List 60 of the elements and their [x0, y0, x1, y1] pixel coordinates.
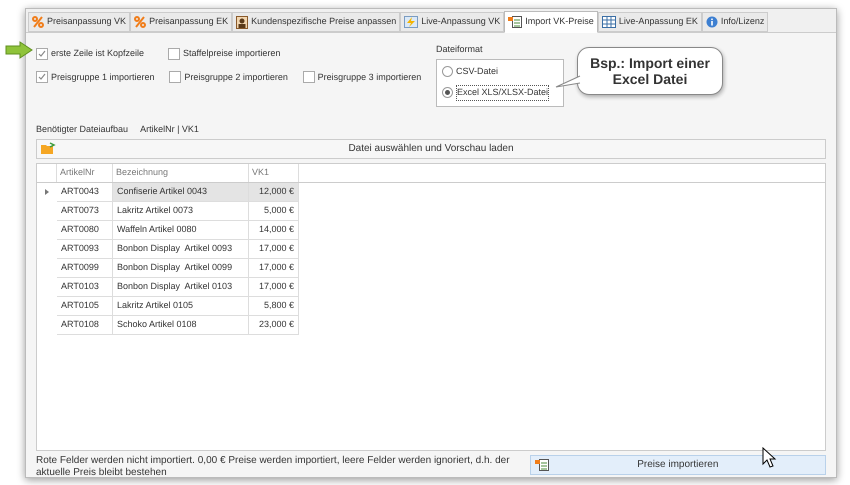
import-icon	[508, 16, 522, 28]
table-cell: Confiserie Artikel 0043	[113, 182, 249, 202]
table-cell: 23,000 €	[249, 316, 299, 334]
table-cell: ART0099	[57, 258, 113, 278]
percent-icon	[32, 16, 44, 28]
import-prices-button[interactable]: Preise importieren	[530, 454, 826, 474]
table-cell: 12,000 €	[249, 182, 299, 202]
table-cell: Schoko Artikel 0108	[113, 316, 249, 334]
table-cell: Bonbon Display Artikel 0103	[113, 278, 249, 296]
structure-value: ArtikelNr | VK1	[140, 123, 199, 136]
load-preview-button[interactable]: Datei auswählen und Vorschau laden	[36, 138, 826, 158]
table-cell: ART0103	[57, 278, 113, 296]
radio-button[interactable]: CSV-Datei	[442, 64, 558, 78]
checkmark-icon	[38, 50, 46, 58]
arrow-icon	[5, 41, 33, 59]
table-cell: ART0105	[57, 296, 113, 316]
column-header[interactable]: ArtikelNr	[57, 164, 113, 182]
table-cell: 17,000 €	[249, 278, 299, 296]
table-cell: 17,000 €	[249, 258, 299, 278]
column-header[interactable]: Bezeichnung	[113, 164, 249, 182]
table-cell: 14,000 €	[249, 220, 299, 240]
person-icon	[236, 16, 248, 28]
callout-bubble: Bsp.: Import einer Excel Datei	[577, 47, 723, 95]
tab[interactable]: Kundenspezifische Preise anpassen	[232, 12, 400, 32]
checkbox[interactable]: Staffelpreise importieren	[168, 47, 318, 60]
lightning-icon	[404, 16, 418, 28]
import-icon	[534, 458, 549, 470]
table-cell: 5,000 €	[249, 202, 299, 220]
table-cell: 17,000 €	[249, 240, 299, 258]
info-icon	[706, 16, 718, 28]
tab[interactable]: Preisanpassung EK	[130, 12, 232, 32]
tab[interactable]: Live-Anpassung VK	[400, 12, 504, 32]
table-cell: Lakritz Artikel 0073	[113, 202, 249, 220]
table-cell: ART0080	[57, 220, 113, 240]
checkbox[interactable]: Preisgruppe 1 importieren	[36, 70, 170, 84]
table-cell: Lakritz Artikel 0105	[113, 296, 249, 316]
table-cell: ART0093	[57, 240, 113, 258]
table-cell: Waffeln Artikel 0080	[113, 220, 249, 240]
tab[interactable]: Info/Lizenz	[702, 12, 768, 32]
row-indicator-icon	[45, 189, 49, 195]
checkmark-icon	[38, 73, 46, 82]
column-header[interactable]: VK1	[249, 164, 299, 182]
table-cell: Bonbon Display Artikel 0093	[113, 240, 249, 258]
table-cell: ART0073	[57, 202, 113, 220]
checkbox[interactable]: Preisgruppe 3 importieren	[302, 70, 436, 84]
tab[interactable]: Live-Anpassung EK	[598, 12, 702, 32]
checkbox[interactable]: erste Zeile ist Kopfzeile	[36, 47, 168, 60]
table-cell: Bonbon Display Artikel 0099	[113, 258, 249, 278]
structure-label: Benötigter Dateiaufbau	[36, 123, 128, 136]
table-cell: ART0043	[57, 182, 113, 202]
tab[interactable]: Preisanpassung VK	[28, 12, 130, 32]
table-cell: 5,800 €	[249, 296, 299, 316]
tab[interactable]: Import VK-Preise	[504, 11, 598, 33]
table-cell: ART0108	[57, 316, 113, 334]
info-text: Rote Felder werden nicht importiert. 0,00 € Preise werden importiert, leere Felder werden ignoriert, d.h. der aktuelle Preis bleibt bestehen	[36, 454, 511, 478]
group-label: Dateiformat	[436, 43, 484, 56]
percent-icon	[134, 16, 146, 28]
checkbox[interactable]: Preisgruppe 2 importieren	[169, 70, 303, 84]
folder-icon	[41, 142, 56, 154]
table-icon	[602, 16, 616, 28]
